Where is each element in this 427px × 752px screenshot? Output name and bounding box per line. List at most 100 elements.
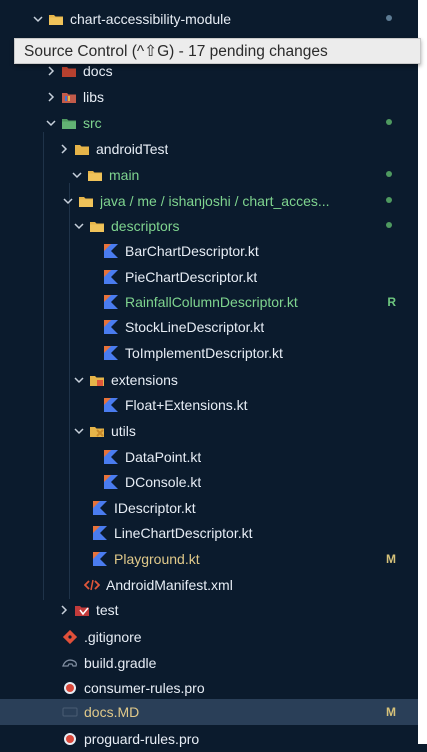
docs-folder-label: docs bbox=[83, 63, 113, 79]
chevron-right-icon[interactable] bbox=[44, 64, 58, 78]
git-status-modified: M bbox=[386, 705, 396, 719]
gradle-icon bbox=[62, 655, 78, 671]
file-label: DConsole.kt bbox=[125, 474, 202, 490]
chevron-down-icon[interactable] bbox=[61, 194, 75, 208]
libs-folder-label: libs bbox=[83, 89, 105, 105]
file-label: docs.MD bbox=[84, 704, 140, 720]
tree-row-file[interactable]: IDescriptor.kt bbox=[0, 495, 418, 521]
file-label: BarChartDescriptor.kt bbox=[125, 243, 259, 259]
file-label: consumer-rules.pro bbox=[84, 680, 205, 696]
file-label: PieChartDescriptor.kt bbox=[125, 269, 258, 285]
docs-folder-icon bbox=[61, 63, 77, 79]
tree-row-file[interactable]: ToImplementDescriptor.kt bbox=[0, 340, 418, 366]
tree-row-file[interactable]: build.gradle bbox=[0, 650, 418, 676]
proguard-icon bbox=[62, 731, 78, 747]
chevron-right-icon[interactable] bbox=[57, 142, 71, 156]
root-folder-label: chart-accessibility-module bbox=[70, 11, 232, 27]
file-label: LineChartDescriptor.kt bbox=[114, 525, 253, 541]
tree-row-src[interactable]: src bbox=[0, 110, 418, 136]
main-folder-label: main bbox=[109, 167, 140, 183]
file-label: DataPoint.kt bbox=[125, 449, 202, 465]
test-folder-icon bbox=[74, 602, 90, 618]
chevron-down-icon[interactable] bbox=[70, 168, 84, 182]
file-label: proguard-rules.pro bbox=[84, 731, 200, 747]
java-package-path-label: java / me / ishanjoshi / chart_acces... bbox=[100, 193, 330, 209]
file-label: build.gradle bbox=[84, 655, 157, 671]
file-label: RainfallColumnDescriptor.kt bbox=[125, 294, 298, 310]
utils-folder-label: utils bbox=[111, 423, 136, 439]
markdown-icon bbox=[62, 704, 78, 720]
tree-row-file[interactable]: Playground.kt M bbox=[0, 546, 418, 572]
file-label: Float+Extensions.kt bbox=[125, 397, 248, 413]
test-folder-label: test bbox=[96, 602, 119, 618]
file-label: AndroidManifest.xml bbox=[106, 577, 233, 593]
source-control-tooltip: Source Control (^⇧G) - 17 pending change… bbox=[14, 38, 421, 64]
utils-folder-icon bbox=[89, 423, 105, 439]
tree-row-root[interactable]: chart-accessibility-module bbox=[0, 6, 418, 32]
chevron-down-icon[interactable] bbox=[31, 12, 45, 26]
tree-row-file[interactable]: BarChartDescriptor.kt bbox=[0, 238, 418, 264]
xml-file-icon bbox=[84, 577, 100, 593]
tree-row-libs[interactable]: libs bbox=[0, 84, 418, 110]
change-indicator-dot bbox=[386, 171, 392, 177]
change-indicator-dot bbox=[386, 15, 392, 21]
chevron-down-icon[interactable] bbox=[72, 373, 86, 387]
tree-row-file[interactable]: PieChartDescriptor.kt bbox=[0, 264, 418, 290]
kotlin-file-icon bbox=[103, 269, 119, 285]
tree-row-file[interactable]: proguard-rules.pro bbox=[0, 726, 418, 752]
extensions-folder-icon bbox=[89, 372, 105, 388]
folder-icon bbox=[89, 218, 105, 234]
folder-icon bbox=[74, 141, 90, 157]
libs-folder-icon bbox=[61, 89, 77, 105]
kotlin-file-icon bbox=[103, 294, 119, 310]
tree-row-file[interactable]: AndroidManifest.xml bbox=[0, 572, 418, 598]
window-edge bbox=[418, 0, 427, 744]
androidtest-folder-label: androidTest bbox=[96, 141, 169, 157]
kotlin-file-icon bbox=[103, 397, 119, 413]
file-label: StockLineDescriptor.kt bbox=[125, 319, 265, 335]
tree-row-main[interactable]: main bbox=[0, 162, 418, 188]
change-indicator-dot bbox=[386, 197, 392, 203]
file-label: Playground.kt bbox=[114, 551, 200, 567]
kotlin-file-icon bbox=[103, 474, 119, 490]
tree-row-extensions[interactable]: extensions bbox=[0, 367, 418, 393]
tree-row-descriptors[interactable]: descriptors bbox=[0, 213, 418, 239]
kotlin-file-icon bbox=[92, 525, 108, 541]
kotlin-file-icon bbox=[92, 551, 108, 567]
kotlin-file-icon bbox=[103, 345, 119, 361]
kotlin-file-icon bbox=[103, 319, 119, 335]
tree-row-file[interactable]: StockLineDescriptor.kt bbox=[0, 314, 418, 340]
src-folder-icon bbox=[61, 115, 77, 131]
tree-row-java-path[interactable]: java / me / ishanjoshi / chart_acces... bbox=[0, 188, 418, 214]
tree-row-file[interactable]: LineChartDescriptor.kt bbox=[0, 520, 418, 546]
folder-icon bbox=[48, 11, 64, 27]
proguard-icon bbox=[62, 680, 78, 696]
chevron-down-icon[interactable] bbox=[44, 116, 58, 130]
chevron-right-icon[interactable] bbox=[57, 603, 71, 617]
tree-row-file[interactable]: Float+Extensions.kt bbox=[0, 392, 418, 418]
change-indicator-dot bbox=[386, 222, 392, 228]
tree-row-file[interactable]: consumer-rules.pro bbox=[0, 675, 418, 701]
chevron-down-icon[interactable] bbox=[72, 424, 86, 438]
change-indicator-dot bbox=[386, 119, 392, 125]
kotlin-file-icon bbox=[92, 500, 108, 516]
tree-row-file[interactable]: .gitignore bbox=[0, 624, 418, 650]
chevron-right-icon[interactable] bbox=[44, 90, 58, 104]
file-label: ToImplementDescriptor.kt bbox=[125, 345, 283, 361]
folder-icon bbox=[87, 167, 103, 183]
file-label: .gitignore bbox=[84, 629, 142, 645]
tree-row-file[interactable]: DataPoint.kt bbox=[0, 444, 418, 470]
file-label: IDescriptor.kt bbox=[114, 500, 196, 516]
tree-row-androidtest[interactable]: androidTest bbox=[0, 136, 418, 162]
folder-icon bbox=[78, 193, 94, 209]
tree-row-file[interactable]: DConsole.kt bbox=[0, 469, 418, 495]
explorer-panel: chart-accessibility-module Source Contro… bbox=[0, 0, 427, 747]
git-icon bbox=[62, 629, 78, 645]
tree-row-file[interactable]: RainfallColumnDescriptor.kt R bbox=[0, 289, 418, 315]
tree-row-test[interactable]: test bbox=[0, 597, 418, 623]
kotlin-file-icon bbox=[103, 243, 119, 259]
tree-row-file-selected[interactable]: docs.MD M bbox=[0, 699, 418, 725]
chevron-down-icon[interactable] bbox=[72, 219, 86, 233]
tree-row-utils[interactable]: utils bbox=[0, 418, 418, 444]
kotlin-file-icon bbox=[103, 449, 119, 465]
